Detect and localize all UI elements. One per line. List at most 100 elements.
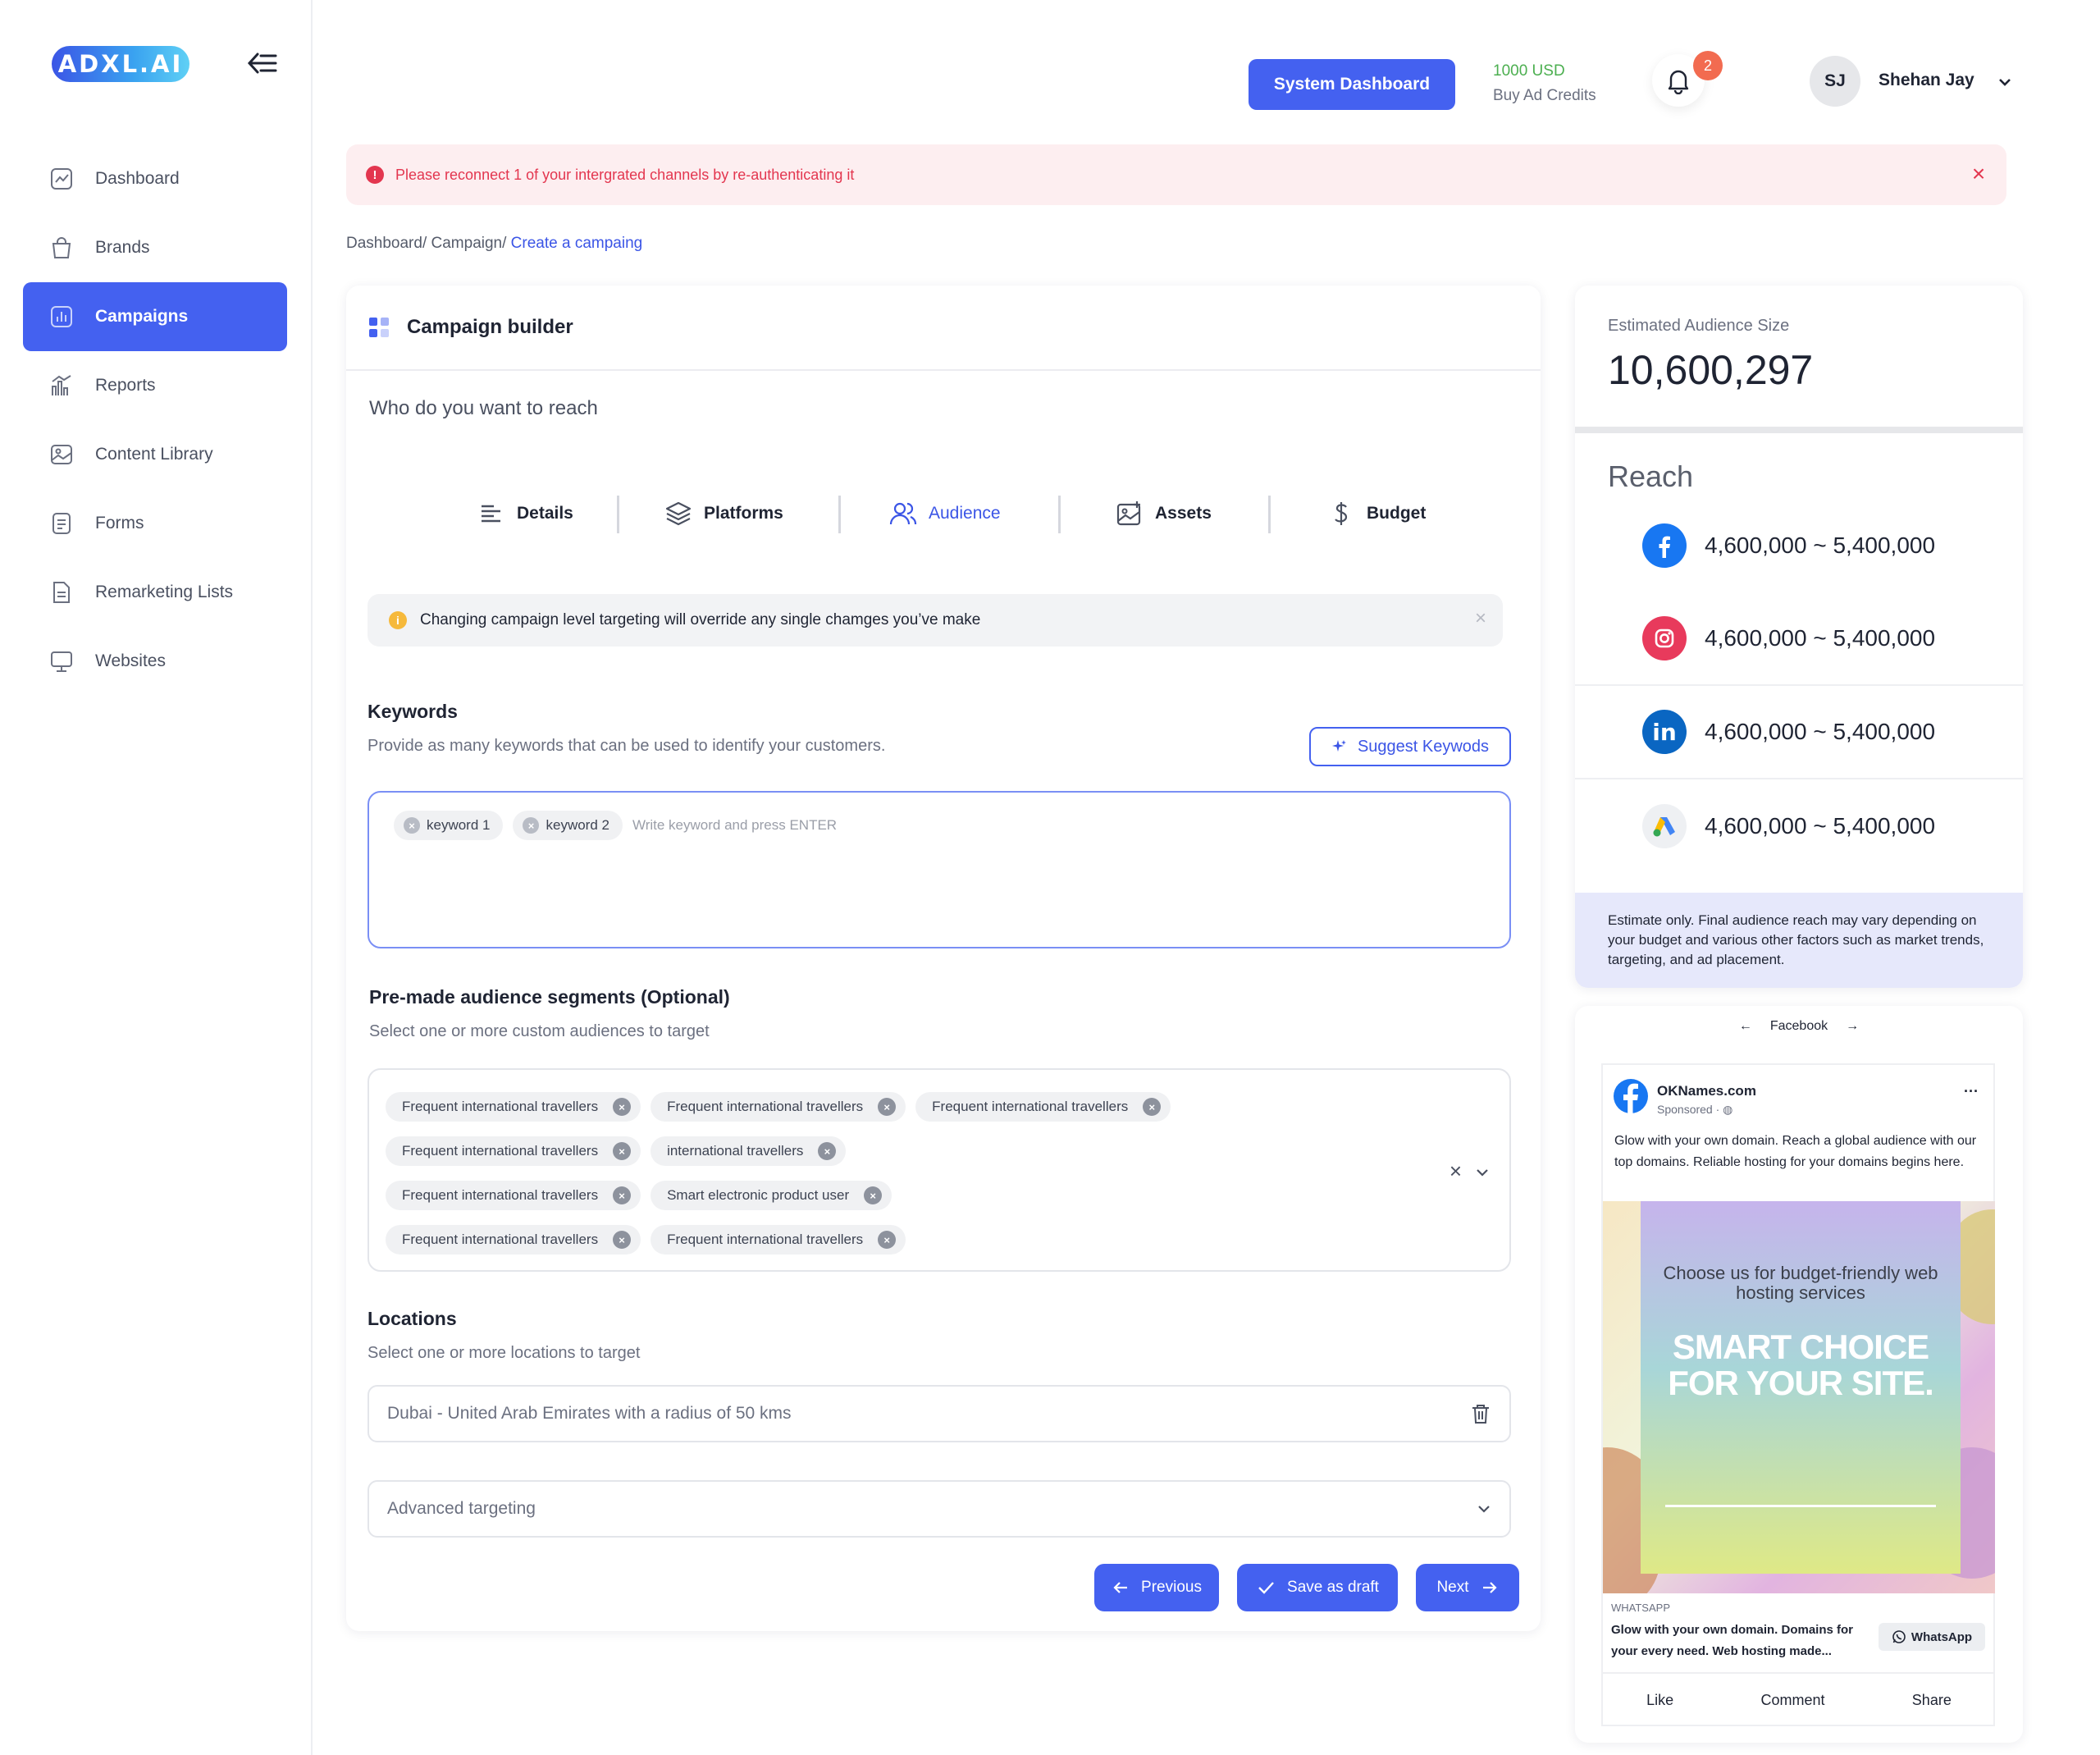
- chevron-down-icon[interactable]: [1995, 72, 2015, 92]
- arrow-right-icon: [1482, 1582, 1497, 1593]
- sidebar-item-dashboard[interactable]: Dashboard: [23, 144, 287, 213]
- warning-text: Changing campaign level targeting will o…: [420, 611, 981, 628]
- suggest-keywords-button[interactable]: Suggest Keywods: [1309, 727, 1511, 766]
- segment-row: Frequent international travellers × Frequ…: [386, 1218, 1509, 1262]
- segments-select[interactable]: Frequent international travellers × Frequ…: [368, 1068, 1511, 1272]
- card-title: Campaign builder: [407, 316, 573, 338]
- image-subtitle: Choose us for budget-friendly web hostin…: [1663, 1263, 1938, 1303]
- buy-credits-link[interactable]: Buy Ad Credits: [1493, 87, 1596, 105]
- remove-icon[interactable]: ×: [523, 817, 540, 834]
- close-icon[interactable]: ×: [1475, 607, 1486, 630]
- sidebar-item-brands[interactable]: Brands: [23, 213, 287, 282]
- tab-details[interactable]: Details: [477, 489, 573, 538]
- keyword-placeholder[interactable]: Write keyword and press ENTER: [632, 817, 837, 834]
- sidebar-item-reports[interactable]: Reports: [23, 351, 287, 420]
- notification-badge: 2: [1693, 51, 1723, 80]
- breadcrumb-dashboard[interactable]: Dashboard/: [346, 235, 427, 252]
- breadcrumb-current: Create a campaing: [506, 235, 643, 252]
- trash-icon[interactable]: [1468, 1401, 1493, 1426]
- reach-row-google-ads: 4,600,000 ~ 5,400,000: [1575, 779, 2023, 873]
- avatar[interactable]: SJ: [1810, 56, 1860, 107]
- sidebar-item-websites[interactable]: Websites: [23, 627, 287, 696]
- alert-icon: !: [366, 166, 384, 184]
- alert-text: Please reconnect 1 of your intergrated c…: [395, 166, 855, 183]
- remove-icon[interactable]: ×: [613, 1142, 632, 1160]
- tab-audience[interactable]: Audience: [889, 489, 1001, 538]
- tab-assets[interactable]: Assets: [1116, 489, 1212, 538]
- segment-chip[interactable]: Frequent international travellers ×: [386, 1092, 641, 1122]
- facebook-icon: [1614, 1079, 1648, 1114]
- user-name[interactable]: Shehan Jay: [1879, 71, 1974, 90]
- segment-chip[interactable]: Frequent international travellers ×: [386, 1181, 641, 1210]
- step-divider: [1058, 496, 1061, 533]
- remove-icon[interactable]: ×: [864, 1186, 883, 1204]
- segment-chip[interactable]: Frequent international travellers ×: [651, 1092, 906, 1122]
- arrow-left-icon[interactable]: ←: [1739, 1019, 1752, 1033]
- chevron-down-icon[interactable]: [1473, 1163, 1491, 1181]
- next-button[interactable]: Next: [1416, 1564, 1519, 1611]
- remove-icon[interactable]: ×: [878, 1231, 897, 1249]
- segment-chip[interactable]: Frequent international travellers ×: [651, 1225, 906, 1255]
- remove-icon[interactable]: ×: [404, 817, 420, 834]
- save-draft-label: Save as draft: [1287, 1579, 1379, 1596]
- segment-chip[interactable]: Frequent international travellers ×: [386, 1225, 641, 1255]
- arrow-right-icon[interactable]: →: [1846, 1019, 1859, 1033]
- collapse-sidebar-icon[interactable]: [246, 49, 279, 77]
- remove-icon[interactable]: ×: [878, 1098, 897, 1116]
- sidebar-item-remarketing-lists[interactable]: Remarketing Lists: [23, 558, 287, 627]
- sidebar-item-campaigns[interactable]: Campaigns: [23, 282, 287, 351]
- previous-label: Previous: [1141, 1579, 1202, 1596]
- more-icon[interactable]: ···: [1964, 1083, 1979, 1100]
- system-dashboard-button[interactable]: System Dashboard: [1249, 59, 1455, 110]
- remove-icon[interactable]: ×: [818, 1142, 837, 1160]
- comment-button[interactable]: Comment: [1760, 1692, 1824, 1709]
- segment-label: Frequent international travellers: [402, 1143, 599, 1159]
- previous-button[interactable]: Previous: [1094, 1564, 1219, 1611]
- post-headline: Glow with your own domain. Domains for y…: [1611, 1623, 1854, 1658]
- keyword-chip-label: keyword 2: [546, 817, 609, 833]
- app-logo[interactable]: ADXL.AI: [52, 46, 189, 82]
- post-image: Choose us for budget-friendly web hostin…: [1603, 1201, 1995, 1593]
- globe-icon: ◍: [1723, 1103, 1733, 1116]
- remove-icon[interactable]: ×: [1143, 1098, 1162, 1116]
- sidebar-item-forms[interactable]: Forms: [23, 489, 287, 558]
- remove-icon[interactable]: ×: [613, 1098, 632, 1116]
- breadcrumb: Dashboard/ Campaign/ Create a campaing: [346, 235, 642, 253]
- step-divider: [838, 496, 841, 533]
- shopping-bag-icon: [52, 237, 71, 258]
- segment-chip[interactable]: Frequent international travellers ×: [915, 1092, 1171, 1122]
- ad-credits[interactable]: 1000 USD Buy Ad Credits: [1493, 62, 1596, 105]
- whatsapp-cta-button[interactable]: WhatsApp: [1879, 1623, 1985, 1651]
- bar-chart-icon: [51, 306, 72, 327]
- share-button[interactable]: Share: [1912, 1692, 1952, 1709]
- tab-label: Platforms: [704, 504, 783, 523]
- keyword-chip[interactable]: × keyword 1: [394, 811, 504, 840]
- tab-budget[interactable]: Budget: [1327, 489, 1426, 538]
- like-button[interactable]: Like: [1646, 1692, 1673, 1709]
- sidebar-item-content-library[interactable]: Content Library: [23, 420, 287, 489]
- clear-icon[interactable]: ×: [1449, 1159, 1462, 1184]
- stepper: Details Platforms Audience Assets Budget: [346, 489, 1541, 538]
- save-draft-button[interactable]: Save as draft: [1237, 1564, 1398, 1611]
- keyword-chip[interactable]: × keyword 2: [513, 811, 623, 840]
- remove-icon[interactable]: ×: [613, 1186, 632, 1204]
- segment-row: Frequent international travellers × Smart…: [386, 1173, 1509, 1218]
- segment-chip[interactable]: Smart electronic product user ×: [651, 1181, 892, 1210]
- locations-title: Locations: [368, 1308, 457, 1329]
- location-field[interactable]: Dubai - United Arab Emirates with a radi…: [368, 1385, 1511, 1442]
- sidebar-item-label: Forms: [95, 514, 144, 532]
- reach-range: 4,600,000 ~ 5,400,000: [1705, 813, 1936, 839]
- breadcrumb-campaign[interactable]: Campaign/: [427, 235, 507, 252]
- segment-chip[interactable]: international travellers ×: [651, 1136, 847, 1166]
- image-panel: Choose us for budget-friendly web hostin…: [1641, 1201, 1961, 1574]
- tab-platforms[interactable]: Platforms: [664, 489, 783, 538]
- reach-range: 4,600,000 ~ 5,400,000: [1705, 625, 1936, 651]
- segment-chip[interactable]: Frequent international travellers ×: [386, 1136, 641, 1166]
- advanced-targeting-dropdown[interactable]: Advanced targeting: [368, 1480, 1511, 1538]
- keywords-input[interactable]: × keyword 1 × keyword 2 Write keyword and pr…: [368, 791, 1511, 948]
- close-icon[interactable]: ×: [1967, 162, 1990, 185]
- dollar-icon: [1335, 502, 1348, 525]
- remove-icon[interactable]: ×: [613, 1231, 632, 1249]
- post-sponsored: Sponsored · ◍: [1657, 1103, 1732, 1117]
- grid-icon: [369, 318, 389, 337]
